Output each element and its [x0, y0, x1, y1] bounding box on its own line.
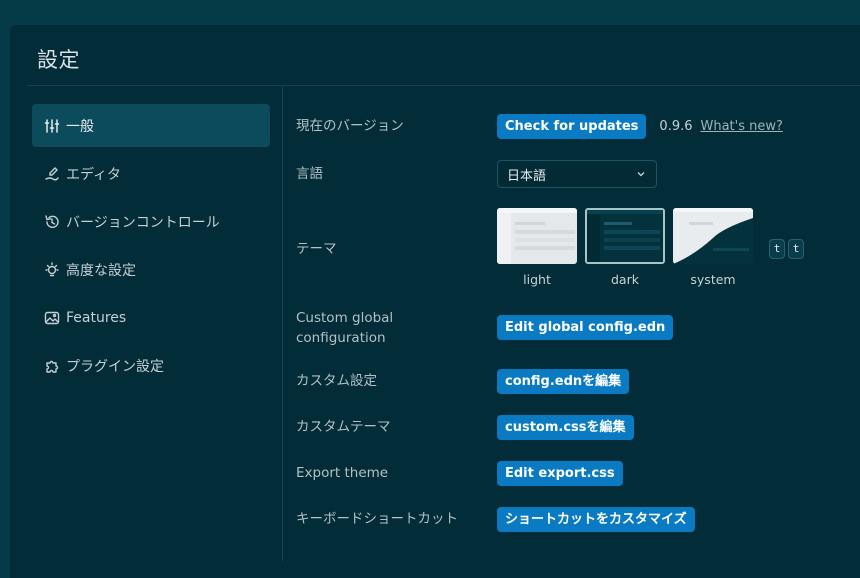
sidebar-divider	[282, 85, 283, 561]
language-label: 言語	[296, 166, 323, 182]
check-updates-button[interactable]: Check for updates	[497, 113, 647, 139]
theme-options: light dark system	[497, 208, 761, 287]
sidebar-item-features[interactable]: Features	[32, 296, 270, 339]
page-title: 設定	[37, 48, 80, 72]
system-theme-preview	[673, 208, 753, 264]
image-icon	[44, 310, 60, 326]
edit-config-button[interactable]: config.ednを編集	[497, 368, 630, 394]
sidebar-item-advanced[interactable]: 高度な設定	[32, 248, 270, 291]
version-number: 0.9.6	[659, 118, 693, 134]
sidebar-item-label: Features	[66, 309, 127, 326]
edit-global-config-button[interactable]: Edit global config.edn	[497, 315, 674, 340]
language-select[interactable]: 日本語	[497, 160, 657, 188]
whats-new-link[interactable]: What's new?	[701, 119, 783, 134]
history-icon	[44, 214, 60, 230]
writing-icon	[44, 166, 60, 182]
setting-row-theme: テーマ light dark system t t	[296, 208, 850, 290]
custom-settings-label: カスタム設定	[296, 373, 377, 389]
bulb-icon	[44, 261, 60, 278]
theme-option-light[interactable]: light	[497, 208, 577, 287]
sidebar-item-label: 一般	[66, 118, 94, 135]
theme-name: light	[523, 272, 551, 287]
edit-custom-css-button[interactable]: custom.cssを編集	[497, 414, 634, 440]
theme-name: dark	[611, 272, 639, 287]
sidebar-item-version-control[interactable]: バージョンコントロール	[32, 200, 270, 243]
sliders-icon	[44, 118, 60, 134]
settings-panel: 設定 一般 エディタ バージョンコントロール 高度な設定 Features プラ…	[10, 25, 860, 578]
theme-option-dark[interactable]: dark	[585, 208, 665, 287]
sidebar-item-label: 高度な設定	[66, 262, 136, 279]
sidebar-item-general[interactable]: 一般	[32, 104, 270, 147]
theme-option-system[interactable]: system	[673, 208, 753, 287]
sidebar-item-editor[interactable]: エディタ	[32, 152, 270, 195]
export-theme-label: Export theme	[296, 465, 389, 481]
chevron-down-icon	[637, 172, 645, 177]
custom-theme-label: カスタムテーマ	[296, 419, 391, 435]
theme-name: system	[690, 272, 736, 287]
customize-shortcuts-button[interactable]: ショートカットをカスタマイズ	[497, 506, 695, 532]
setting-row-custom-global: Custom global configuration Edit global …	[296, 308, 850, 348]
header-divider	[27, 85, 860, 86]
shortcuts-label: キーボードショートカット	[296, 511, 458, 527]
sidebar-item-label: エディタ	[66, 166, 122, 183]
language-value: 日本語	[507, 168, 547, 184]
puzzle-icon	[44, 358, 60, 374]
theme-label: テーマ	[296, 241, 337, 257]
sidebar-item-label: バージョンコントロール	[66, 214, 220, 231]
sidebar-item-label: プラグイン設定	[66, 358, 164, 375]
sidebar-item-plugins[interactable]: プラグイン設定	[32, 344, 270, 387]
shortcut-key: t	[769, 239, 785, 259]
theme-shortcut: t t	[769, 239, 807, 259]
edit-export-css-button[interactable]: Edit export.css	[497, 460, 623, 486]
light-theme-preview	[497, 208, 577, 264]
shortcut-key: t	[788, 239, 804, 259]
custom-global-label: Custom global configuration	[296, 310, 394, 346]
setting-row-custom-settings: カスタム設定 config.ednを編集	[296, 368, 850, 394]
settings-sidebar: 一般 エディタ バージョンコントロール 高度な設定 Features プラグイン…	[32, 104, 270, 392]
setting-row-export-theme: Export theme Edit export.css	[296, 460, 850, 486]
version-label: 現在のバージョン	[296, 118, 404, 134]
setting-row-version: 現在のバージョン Check for updates 0.9.6 What's …	[296, 113, 850, 139]
setting-row-language: 言語 日本語	[296, 160, 850, 188]
setting-row-custom-theme: カスタムテーマ custom.cssを編集	[296, 414, 850, 440]
setting-row-shortcuts: キーボードショートカット ショートカットをカスタマイズ	[296, 506, 850, 532]
dark-theme-preview	[585, 208, 665, 264]
